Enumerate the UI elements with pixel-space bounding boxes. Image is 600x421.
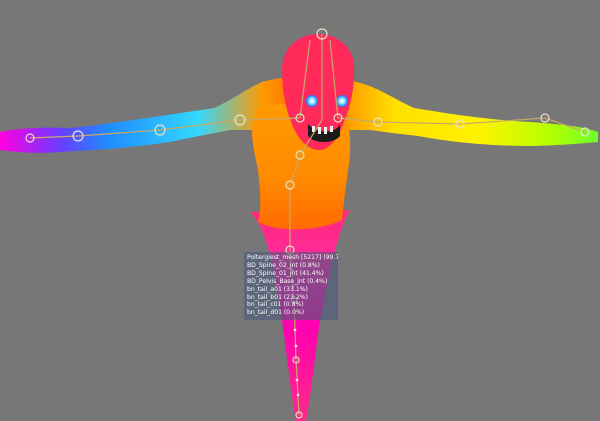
left-eye <box>306 95 318 107</box>
tooltip-line: BD_Pelvis_Base_jnt (0.4%) <box>247 277 328 285</box>
tooltip-line: BD_Spine_01_jnt (41.4%) <box>247 269 324 277</box>
tooltip-line: bn_tail_c01 (0.8%) <box>247 301 304 309</box>
3d-viewport[interactable]: Poltergiest_mesh [5217] (99.7%) BD_Spine… <box>0 0 600 421</box>
poltergeist-mesh[interactable] <box>0 0 600 421</box>
tooltip-line: bn_tail_d01 (0.0%) <box>247 309 305 317</box>
tooltip-line: BD_Spine_02_jnt (0.8%) <box>247 261 320 269</box>
tooltip-line: bn_tail_a01 (33.1%) <box>247 285 308 293</box>
right-eye <box>336 95 348 107</box>
tooltip-line: bn_tail_b01 (23.2%) <box>247 293 309 301</box>
tooltip-title: Poltergiest_mesh [5217] (99.7%) <box>247 254 338 261</box>
skin-weights-tooltip: Poltergiest_mesh [5217] (99.7%) BD_Spine… <box>244 252 338 320</box>
